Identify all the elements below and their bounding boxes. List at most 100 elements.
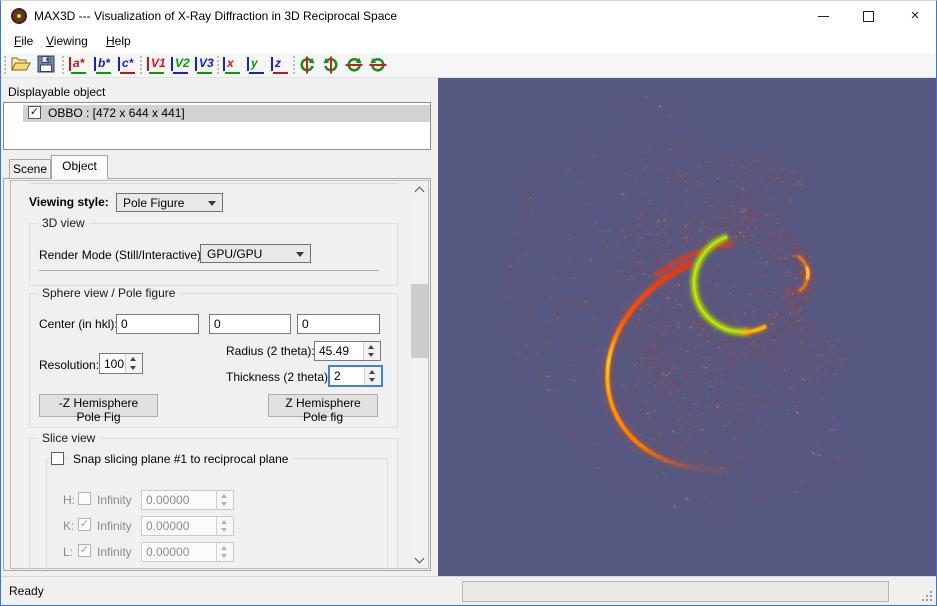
neg-z-hemisphere-button[interactable]: -Z Hemisphere Pole Fig	[39, 394, 158, 424]
radius-input[interactable]	[315, 342, 363, 360]
spin-up-icon	[221, 546, 227, 550]
toolbar-z-axis-button[interactable]: z	[271, 55, 290, 75]
k-value-spinner[interactable]	[141, 516, 234, 536]
save-floppy-icon	[37, 55, 55, 73]
chevron-down-icon	[414, 553, 425, 564]
l-value-spinner[interactable]	[141, 542, 234, 562]
k-value-input[interactable]	[142, 517, 216, 535]
viewing-style-dropdown[interactable]: Pole Figure	[116, 193, 223, 212]
list-item-obbo[interactable]: ✓ OBBO : [472 x 644 x 441]	[23, 105, 430, 122]
status-text: Ready	[9, 584, 44, 598]
menu-viewing[interactable]: Viewing	[37, 31, 97, 53]
spin-up-button[interactable]	[365, 367, 381, 376]
snap-plane-label: Snap slicing plane #1 to reciprocal plan…	[69, 452, 293, 466]
open-folder-icon	[11, 57, 31, 71]
render-mode-dropdown[interactable]: GPU/GPU	[200, 244, 311, 263]
rotate-cw-vertical-axis-button[interactable]	[298, 56, 316, 74]
toolbar-c-star-button[interactable]: c*	[118, 55, 137, 75]
scroll-down-button[interactable]	[411, 551, 428, 568]
check-icon: ✓	[79, 518, 90, 530]
spin-down-button[interactable]	[126, 363, 142, 373]
toolbar-v1-button[interactable]: V1	[147, 55, 166, 75]
toolbar-a-star-button[interactable]: a*	[69, 55, 88, 75]
spin-up-button[interactable]	[364, 342, 380, 351]
spin-down-button[interactable]	[364, 351, 380, 360]
resolution-input[interactable]	[100, 354, 125, 373]
viewing-style-label: Viewing style:	[29, 195, 109, 209]
scroll-up-button[interactable]	[411, 181, 428, 198]
center-l-input[interactable]	[297, 314, 380, 334]
toolbar-gripper	[4, 56, 9, 74]
h-value-input[interactable]	[142, 491, 216, 509]
h-value-spinner[interactable]	[141, 490, 234, 510]
toolbar-gripper	[217, 56, 222, 74]
l-infinity-checkbox[interactable]: ✓	[78, 544, 91, 557]
toolbar-v3-button[interactable]: V3	[195, 55, 214, 75]
chevron-down-icon	[208, 201, 216, 206]
rotate-icon	[345, 57, 363, 72]
h-label: H:	[63, 493, 75, 507]
displayable-object-header: Displayable object	[8, 85, 106, 99]
toolbar-b-star-button[interactable]: b*	[94, 55, 113, 75]
k-infinity-checkbox[interactable]: ✓	[78, 518, 91, 531]
pos-z-hemisphere-button[interactable]: Z Hemisphere Pole fig	[268, 394, 378, 424]
maximize-icon	[863, 11, 874, 22]
minimize-button[interactable]	[800, 1, 846, 31]
l-value-input[interactable]	[142, 543, 216, 561]
l-infinity-label: Infinity	[97, 545, 132, 559]
spin-down-button[interactable]	[217, 500, 233, 509]
resize-grip[interactable]	[919, 588, 933, 602]
tab-scene[interactable]: Scene	[9, 159, 51, 179]
scrollbar-thumb[interactable]	[411, 284, 428, 358]
radius-spinner[interactable]	[314, 341, 381, 361]
3d-viewport[interactable]	[438, 78, 936, 576]
center-h-input[interactable]	[116, 314, 199, 334]
spin-down-icon	[221, 554, 227, 558]
rotate-icon	[323, 56, 338, 74]
chevron-down-icon	[296, 252, 304, 257]
tab-object[interactable]: Object	[51, 155, 108, 179]
h-infinity-label: Infinity	[97, 493, 132, 507]
open-file-button[interactable]	[11, 55, 33, 75]
rotate-cw-horizontal-axis-button[interactable]	[345, 56, 363, 74]
window-title: MAX3D --- Visualization of X-Ray Diffrac…	[34, 9, 398, 23]
maximize-button[interactable]	[846, 1, 892, 31]
group-3d-view-title: 3D view	[38, 216, 89, 230]
group-sphere-view-title: Sphere view / Pole figure	[38, 286, 180, 300]
toolbar-y-axis-button[interactable]: y	[247, 55, 266, 75]
spin-up-button[interactable]	[126, 354, 142, 364]
k-infinity-label: Infinity	[97, 519, 132, 533]
save-button[interactable]	[37, 55, 59, 75]
resolution-spinner[interactable]	[99, 353, 143, 374]
rotate-icon	[300, 56, 315, 74]
menu-help[interactable]: Help	[97, 31, 140, 53]
spin-up-button[interactable]	[217, 491, 233, 500]
menu-bar: File Viewing Help	[1, 31, 936, 53]
minimize-icon	[818, 16, 829, 17]
thickness-spinner[interactable]	[328, 365, 383, 387]
render-mode-label: Render Mode (Still/Interactive):	[39, 248, 205, 262]
toolbar-v2-button[interactable]: V2	[171, 55, 190, 75]
radius-label: Radius (2 theta):	[226, 344, 315, 358]
center-k-input[interactable]	[209, 314, 291, 334]
list-item-label: OBBO : [472 x 644 x 441]	[48, 106, 185, 120]
spin-down-button[interactable]	[217, 526, 233, 535]
spin-up-button[interactable]	[217, 517, 233, 526]
progress-bar	[462, 581, 889, 602]
rotate-ccw-vertical-axis-button[interactable]	[322, 56, 340, 74]
spin-up-icon	[221, 520, 227, 524]
close-button[interactable]: ×	[892, 1, 936, 31]
chevron-up-icon	[414, 186, 425, 197]
snap-plane-checkbox[interactable]	[51, 452, 64, 465]
obbo-checkbox[interactable]: ✓	[28, 106, 41, 119]
toolbar-x-axis-button[interactable]: x	[223, 55, 242, 75]
rotate-ccw-horizontal-axis-button[interactable]	[369, 56, 387, 74]
thickness-input[interactable]	[330, 367, 364, 385]
h-infinity-checkbox[interactable]	[78, 492, 91, 505]
spin-up-button[interactable]	[217, 543, 233, 552]
spin-down-icon	[368, 353, 374, 357]
panel-scrollbar[interactable]	[411, 181, 428, 568]
spin-down-button[interactable]	[217, 552, 233, 561]
toolbar: a* b* c* V1 V2 V3 x y z	[1, 53, 936, 78]
spin-down-button[interactable]	[365, 376, 381, 385]
